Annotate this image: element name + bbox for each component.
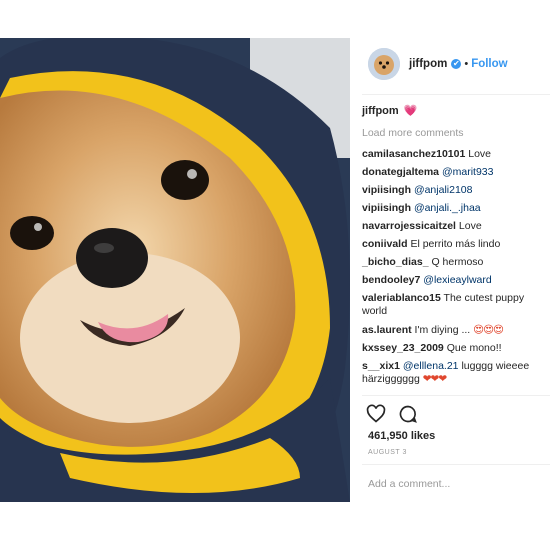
comment-item: kxssey_23_2009 Que mono!! [362, 342, 548, 355]
header-divider [362, 94, 550, 95]
comment-item: as.laurent I'm diying ... 😍😍😍 [362, 324, 548, 337]
comment-mention[interactable]: @anjali2108 [414, 184, 473, 196]
post-actions [366, 404, 418, 424]
comment-mention[interactable]: @anjali._.jhaa [414, 202, 481, 214]
comment-mention[interactable]: @marit933 [442, 166, 494, 178]
comment-username[interactable]: vipiisingh [362, 184, 411, 196]
comment-text: Que mono!! [446, 342, 502, 354]
comment-username[interactable]: kxssey_23_2009 [362, 342, 444, 354]
verified-badge-icon: ✔ [451, 59, 462, 69]
load-more-comments-button[interactable]: Load more comments [362, 127, 464, 140]
comment-button[interactable] [398, 404, 418, 424]
like-button[interactable] [366, 404, 386, 424]
comment-username[interactable]: valeriablanco15 [362, 292, 441, 304]
comment-text: Love [468, 148, 492, 160]
comment-mention[interactable]: @lexieaylward [423, 274, 491, 286]
comment-item: coniivald El perrito más lindo [362, 238, 548, 251]
heart-outline-icon [366, 404, 386, 423]
caption-username[interactable]: jiffpom [362, 105, 399, 117]
comment-text: El perrito más lindo [410, 238, 501, 250]
heart-eyes-emoji: 😍😍😍 [473, 324, 504, 336]
comment-text: I'm diying ... [414, 324, 471, 336]
comment-username[interactable]: coniivald [362, 238, 408, 250]
post-date: AUGUST 3 [368, 449, 407, 456]
caption: jiffpom 💗 [362, 105, 417, 118]
comment-username[interactable]: vipiisingh [362, 202, 411, 214]
comment-username[interactable]: as.laurent [362, 324, 412, 336]
comment-item: vipiisingh @anjali._.jhaa [362, 202, 548, 215]
speech-bubble-icon [399, 405, 417, 423]
follow-button[interactable]: Follow [471, 58, 507, 70]
comment-username[interactable]: _bicho_dias_ [362, 256, 429, 268]
post-username[interactable]: jiffpom [409, 58, 447, 70]
comment-username[interactable]: navarrojessicaitzel [362, 220, 456, 232]
post-photo[interactable] [0, 38, 350, 502]
comment-text: Love [458, 220, 482, 232]
comment-item: _bicho_dias_ Q hermoso [362, 256, 548, 269]
pomeranian-photo [0, 38, 350, 502]
likes-count[interactable]: 461,950 likes [368, 430, 435, 442]
comment-item: navarrojessicaitzel Love [362, 220, 548, 233]
comment-username[interactable]: s__xix1 [362, 360, 400, 372]
comment-item: donategjaltema @marit933 [362, 166, 548, 179]
comment-item: camilasanchez10101 Love [362, 148, 548, 161]
comment-item: bendooley7 @lexieaylward [362, 274, 548, 287]
add-comment-input[interactable]: Add a comment... [368, 478, 450, 490]
red-hearts-emoji: ❤❤❤ [422, 373, 447, 385]
comment-mention[interactable]: @elllena.21 [403, 360, 459, 372]
comment-item: vipiisingh @anjali2108 [362, 184, 548, 197]
comments-divider [362, 395, 550, 396]
pink-heart-emoji: 💗 [403, 105, 418, 117]
post-side-panel: jiffpom ✔ • Follow jiffpom 💗 Load more c… [362, 38, 550, 502]
post-header: jiffpom ✔ • Follow [362, 38, 550, 90]
comment-item: valeriablanco15 The cutest puppy world [362, 292, 548, 318]
avatar-icon [368, 48, 400, 80]
comment-username[interactable]: donategjaltema [362, 166, 439, 178]
comment-username[interactable]: camilasanchez10101 [362, 148, 465, 160]
comment-item: s__xix1 @elllena.21 lugggg wieeee härzig… [362, 360, 548, 386]
add-comment-divider [362, 464, 550, 465]
comment-text: Q hermoso [431, 256, 484, 268]
separator-dot: • [464, 58, 469, 70]
comment-username[interactable]: bendooley7 [362, 274, 420, 286]
avatar[interactable] [368, 48, 400, 80]
